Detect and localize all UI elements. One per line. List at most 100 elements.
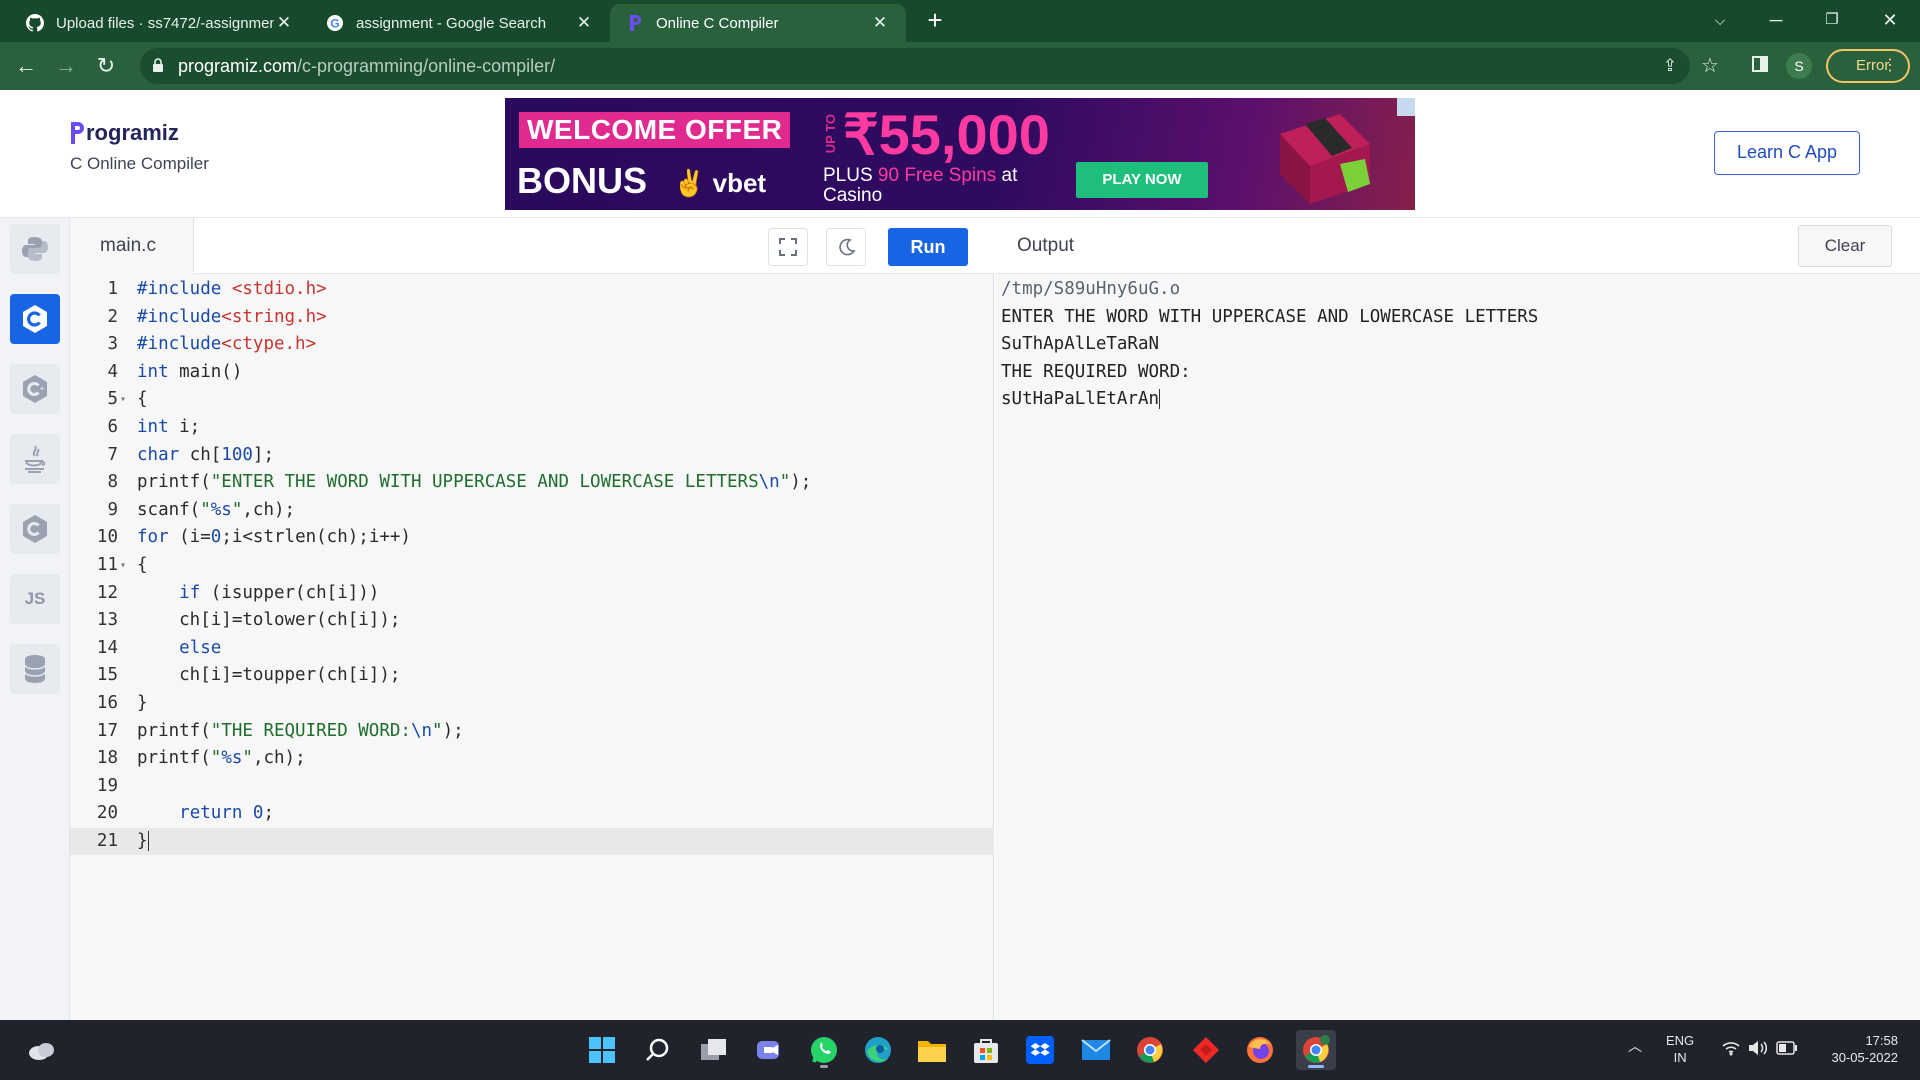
svg-text:+: + [40,386,44,393]
input-language-indicator[interactable]: ENG IN [1666,1032,1694,1066]
code-line: 4 int main() [107,361,243,382]
language-code: ENG [1666,1033,1695,1048]
sidebar-item-sql[interactable] [10,644,60,694]
output-panel: Output Clear /tmp/S89uHny6uG.o ENTER THE… [995,218,1920,1020]
sidebar-item-c[interactable] [10,294,60,344]
chrome-icon[interactable] [1130,1030,1170,1070]
edge-icon[interactable] [858,1030,898,1070]
tab-search-chevron-icon[interactable]: ⌵ [1692,0,1748,40]
back-button[interactable]: ← [10,50,42,82]
programiz-logo[interactable]: rogramiz C Online Compiler [70,120,209,174]
weather-widget-icon[interactable] [22,1030,62,1070]
code-line: 20 return 0; [96,803,275,824]
code-line: 6 int i; [107,416,201,437]
side-panel-icon[interactable] [1742,48,1778,84]
github-icon [26,14,44,32]
fullscreen-button[interactable] [768,228,808,266]
tab-google-search[interactable]: G assignment - Google Search ✕ [310,4,610,42]
clear-button[interactable]: Clear [1798,225,1892,267]
address-bar[interactable]: programiz.com/c-programming/online-compi… [140,48,1690,84]
bookmark-star-icon[interactable]: ☆ [1692,48,1728,84]
tab-label: assignment - Google Search [356,14,547,32]
ad-plus-text: PLUS 90 Free Spins at Casino [823,166,1017,206]
windows-start-icon[interactable] [582,1030,622,1070]
forward-button[interactable]: → [50,50,82,82]
code-area[interactable]: 1 #include <stdio.h> 2 #include<string.h> … [70,276,994,856]
output-console[interactable]: /tmp/S89uHny6uG.o ENTER THE WORD WITH UP… [1001,276,1538,414]
code-line: 12 if (isupper(ch[i])) [96,582,380,603]
profile-avatar[interactable]: S [1786,53,1812,79]
volume-icon[interactable] [1748,1040,1768,1060]
output-line-last: sUtHaPaLlEtArAn [1001,386,1538,414]
c-icon [23,305,47,333]
lock-icon [153,58,163,72]
chrome-profile-icon[interactable] [1296,1030,1336,1070]
sidebar-item-java[interactable] [10,434,60,484]
file-explorer-icon[interactable] [912,1030,952,1070]
firefox-icon[interactable] [1240,1030,1280,1070]
site-header: rogramiz C Online Compiler WELCOME OFFER… [0,90,1920,218]
code-line: 7 char ch[100]; [107,444,274,465]
code-line: 2 #include<string.h> [107,306,327,327]
close-icon[interactable]: ✕ [870,13,890,33]
search-icon[interactable] [638,1030,678,1070]
close-window-button[interactable]: ✕ [1862,0,1918,40]
reload-button[interactable]: ↻ [90,50,122,82]
moon-icon [839,238,856,256]
microsoft-store-icon[interactable] [966,1030,1006,1070]
ad-banner[interactable]: WELCOME OFFER BONUS ✌ vbet UP TO ₹55,000… [505,98,1415,210]
wifi-icon[interactable] [1722,1040,1740,1060]
google-icon: G [326,14,344,32]
fold-toggle-icon[interactable]: ▾ [120,552,126,580]
ad-choices-icon[interactable] [1397,98,1415,116]
teams-chat-icon[interactable] [750,1030,790,1070]
gift-box-icon [1280,114,1370,204]
ad-play-now-button[interactable]: PLAY NOW [1076,162,1208,198]
fold-toggle-icon[interactable]: ▾ [120,386,126,414]
ad-upto-text: UP TO [823,114,838,154]
tab-label: Online C Compiler [656,14,779,32]
ad-casino: Casino [823,185,883,206]
output-line: THE REQUIRED WORD: [1001,361,1191,382]
js-icon: JS [24,589,46,608]
task-view-icon[interactable] [694,1030,734,1070]
clock-date: 30-05-2022 [1831,1050,1899,1065]
anydesk-icon[interactable] [1186,1030,1226,1070]
ad-plus-a: PLUS [823,165,878,186]
dropbox-icon[interactable] [1020,1030,1060,1070]
running-indicator [820,1065,828,1068]
code-line: 15 ch[i]=toupper(ch[i]); [96,665,401,686]
page-subtitle: C Online Compiler [70,154,209,173]
dark-mode-button[interactable] [826,228,866,266]
close-icon[interactable]: ✕ [274,13,294,33]
close-icon[interactable]: ✕ [574,13,594,33]
sidebar-item-python[interactable] [10,224,60,274]
tab-online-c-compiler[interactable]: Online C Compiler ✕ [610,4,906,42]
share-icon[interactable]: ⇪ [1652,48,1688,84]
whatsapp-icon[interactable] [804,1030,844,1070]
sidebar-item-cpp[interactable]: + [10,364,60,414]
browser-toolbar: ← → ↻ programiz.com/c-programming/online… [0,42,1920,90]
sidebar-item-js[interactable]: JS [10,574,60,624]
clock[interactable]: 17:58 30-05-2022 [1818,1032,1899,1066]
battery-icon[interactable] [1776,1041,1798,1059]
output-toolbar: Output Clear [995,218,1920,274]
new-tab-button[interactable]: + [920,6,950,36]
file-tab-main-c[interactable]: main.c [70,218,194,274]
browser-tab-bar: Upload files · ss7472/-assignmen ✕ G ass… [0,0,1920,42]
tray-overflow-chevron-icon[interactable]: ︿ [1628,1038,1642,1055]
output-title: Output [1017,235,1075,256]
minimize-button[interactable]: ─ [1748,0,1804,40]
output-line: SuThApAlLeTaRaN [1001,334,1160,355]
tab-github-upload[interactable]: Upload files · ss7472/-assignmen ✕ [10,4,310,42]
code-line: 14 else [96,637,222,658]
run-button[interactable]: Run [888,228,968,266]
sidebar-item-csharp[interactable] [10,504,60,554]
tab-label: Upload files · ss7472/-assignmen [56,14,274,32]
learn-c-app-button[interactable]: Learn C App [1714,131,1860,175]
mail-icon[interactable] [1076,1030,1116,1070]
ad-vbet-logo: ✌ vbet [673,168,767,198]
restore-button[interactable]: ❐ [1804,0,1860,40]
error-button[interactable]: Error ⋮ [1826,49,1910,83]
java-icon [24,445,46,473]
